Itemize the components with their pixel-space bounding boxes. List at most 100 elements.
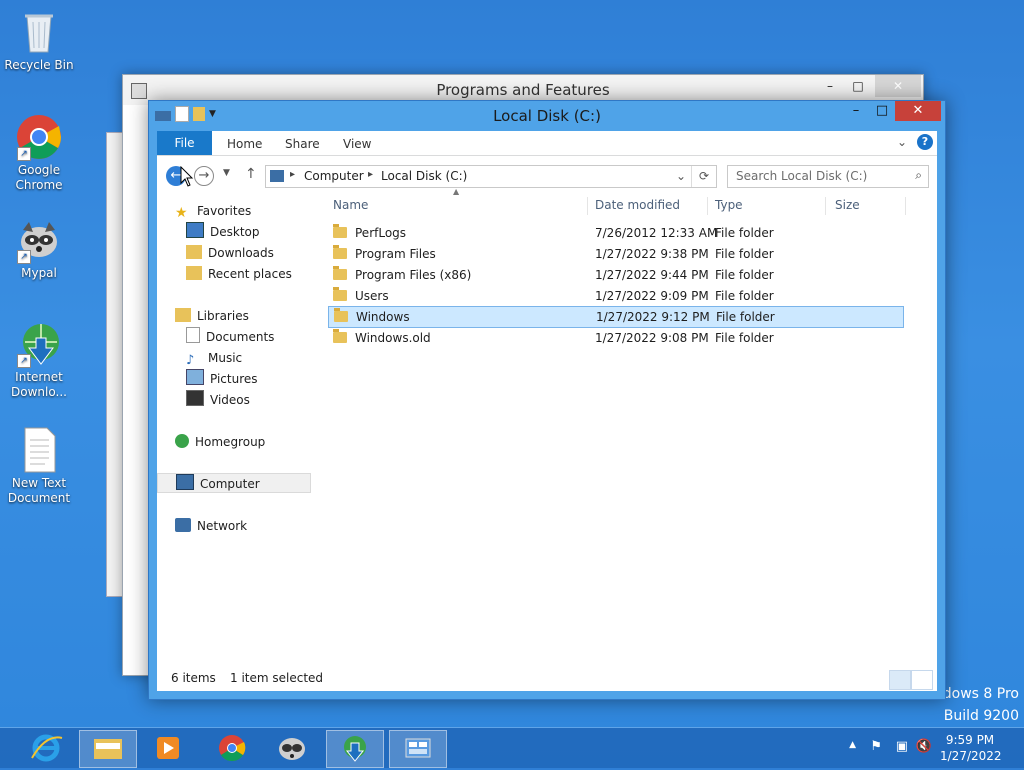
table-row[interactable]: PerfLogs 7/26/2012 12:33 AM File folder [329, 223, 903, 243]
nav-computer[interactable]: Computer [157, 473, 311, 493]
forward-button[interactable]: → [194, 166, 214, 186]
media-player-icon[interactable] [140, 730, 196, 766]
up-arrow-icon[interactable]: ↑ [245, 166, 257, 182]
maximize-button[interactable]: □ [843, 75, 873, 97]
address-bar[interactable]: ▸ Computer ▸ Local Disk (C:) ⌄ ⟳ [265, 165, 717, 188]
desktop-icon-label: Mypal [21, 266, 57, 280]
refresh-icon[interactable]: ⟳ [691, 166, 716, 187]
tab-file[interactable]: File [157, 131, 212, 155]
close-button[interactable]: ✕ [895, 101, 941, 121]
nav-network[interactable]: Network [175, 516, 247, 536]
chrome-icon: ↗ [15, 113, 63, 161]
folder-icon [333, 266, 347, 280]
large-icons-view-icon[interactable] [911, 670, 933, 690]
desktop-icon-label: Recycle Bin [4, 58, 74, 72]
file-explorer-window[interactable]: ▼ Local Disk (C:) – □ ✕ File Home Share … [148, 100, 946, 700]
ribbon-tabs: File Home Share View ⌄ ? [157, 131, 937, 156]
navigation-bar: ← → ▼ ↑ ▸ Computer ▸ Local Disk (C:) ⌄ ⟳… [157, 156, 937, 194]
nav-documents[interactable]: Documents [186, 327, 274, 347]
minimize-button[interactable]: – [843, 101, 869, 121]
taskbar: ▲ ⚑ ▣ 🔇 9:59 PM 1/27/2022 [0, 727, 1024, 768]
star-icon: ★ [175, 205, 188, 221]
search-box[interactable]: Search Local Disk (C:) ⌕ [727, 165, 929, 188]
table-row[interactable]: Windows.old 1/27/2022 9:08 PM File folde… [329, 328, 903, 348]
clock-time: 9:59 PM [945, 733, 995, 747]
tab-home[interactable]: Home [227, 131, 262, 155]
nav-downloads[interactable]: Downloads [186, 243, 274, 263]
nav-homegroup[interactable]: Homegroup [175, 432, 265, 452]
desktop-icon-label: Internet Downlo... [11, 370, 67, 399]
search-icon[interactable]: ⌕ [915, 168, 922, 183]
folder-icon [333, 329, 347, 343]
explorer-content: File Home Share View ⌄ ? ← → ▼ ↑ ▸ Compu… [157, 131, 937, 691]
recent-locations-chevron-icon[interactable]: ▼ [223, 168, 230, 178]
documents-icon [186, 327, 200, 343]
nav-desktop[interactable]: Desktop [186, 222, 260, 242]
tab-view[interactable]: View [343, 131, 371, 155]
table-row[interactable]: Users 1/27/2022 9:09 PM File folder [329, 286, 903, 306]
table-row[interactable]: Program Files 1/27/2022 9:38 PM File fol… [329, 244, 903, 264]
clock-date: 1/27/2022 [940, 749, 1002, 763]
desktop-icon [186, 222, 204, 238]
tab-share[interactable]: Share [285, 131, 320, 155]
breadcrumb-computer[interactable]: Computer [304, 169, 364, 183]
shortcut-arrow-icon: ↗ [17, 354, 31, 368]
computer-icon [176, 474, 194, 490]
explorer-title: Local Disk (C:) [493, 107, 601, 125]
globe-download-icon: ↗ [15, 320, 63, 368]
column-header-name[interactable]: Name [333, 193, 368, 217]
mypal-desktop-icon[interactable]: ↗ Mypal [1, 216, 77, 281]
help-icon[interactable]: ? [917, 134, 933, 150]
control-panel-icon[interactable] [389, 730, 447, 768]
file-explorer-icon[interactable] [79, 730, 137, 768]
table-row-selected[interactable]: Windows 1/27/2022 9:12 PM File folder [328, 306, 904, 328]
show-hidden-icons-chevron-icon[interactable]: ▲ [849, 740, 856, 750]
navigation-pane: ★ Favorites Desktop Downloads Recent plac… [157, 193, 317, 661]
nav-music[interactable]: ♪ Music [186, 348, 242, 368]
nav-libraries[interactable]: Libraries [175, 306, 249, 326]
programs-and-features-title: Programs and Features [436, 81, 610, 99]
nav-favorites[interactable]: ★ Favorites [175, 201, 251, 221]
videos-icon [186, 390, 204, 406]
chrome-icon[interactable] [204, 730, 260, 766]
shortcut-arrow-icon: ↗ [17, 147, 31, 161]
mypal-icon[interactable] [264, 730, 320, 766]
computer-small-icon [270, 170, 284, 182]
mouse-cursor-icon [180, 166, 194, 187]
shortcut-arrow-icon: ↗ [17, 250, 31, 264]
table-row[interactable]: Program Files (x86) 1/27/2022 9:44 PM Fi… [329, 265, 903, 285]
explorer-titlebar[interactable]: ▼ Local Disk (C:) – □ ✕ [149, 101, 945, 131]
column-header-size[interactable]: Size [835, 193, 860, 217]
column-header-type[interactable]: Type [715, 193, 743, 217]
breadcrumb-local-disk[interactable]: Local Disk (C:) [381, 169, 467, 183]
internet-explorer-icon[interactable] [18, 730, 74, 766]
music-icon: ♪ [186, 353, 195, 368]
column-header-date-modified[interactable]: Date modified [595, 193, 680, 217]
chrome-desktop-icon[interactable]: ↗ Google Chrome [1, 113, 77, 193]
recycle-bin-icon [15, 8, 63, 56]
volume-muted-icon[interactable]: 🔇 [916, 739, 932, 754]
status-bar: 6 items 1 item selected [157, 665, 937, 691]
expand-ribbon-chevron-icon[interactable]: ⌄ [897, 135, 907, 149]
minimize-button[interactable]: – [815, 75, 845, 97]
search-placeholder: Search Local Disk (C:) [736, 169, 868, 183]
flag-icon[interactable]: ⚑ [870, 739, 882, 754]
details-view-icon[interactable] [889, 670, 911, 690]
recycle-bin-desktop-icon[interactable]: Recycle Bin [1, 8, 77, 73]
internet-download-manager-desktop-icon[interactable]: ↗ Internet Downlo... [1, 320, 77, 400]
text-document-icon [15, 426, 63, 474]
nav-recent-places[interactable]: Recent places [186, 264, 292, 284]
nav-pictures[interactable]: Pictures [186, 369, 258, 389]
nav-videos[interactable]: Videos [186, 390, 250, 410]
clock[interactable]: 9:59 PM 1/27/2022 [940, 732, 1002, 764]
close-button[interactable]: ✕ [875, 75, 921, 97]
file-list: ▲ Name Date modified Type Size PerfLogs … [328, 187, 907, 661]
status-item-count: 6 items [171, 671, 216, 685]
new-text-document-desktop-icon[interactable]: New Text Document [1, 426, 77, 506]
recent-places-icon [186, 266, 202, 280]
maximize-button[interactable]: □ [869, 101, 895, 121]
download-manager-icon[interactable] [326, 730, 384, 768]
network-status-icon[interactable]: ▣ [896, 739, 908, 754]
address-dropdown-chevron-icon[interactable]: ⌄ [676, 169, 686, 183]
folder-icon [333, 287, 347, 301]
